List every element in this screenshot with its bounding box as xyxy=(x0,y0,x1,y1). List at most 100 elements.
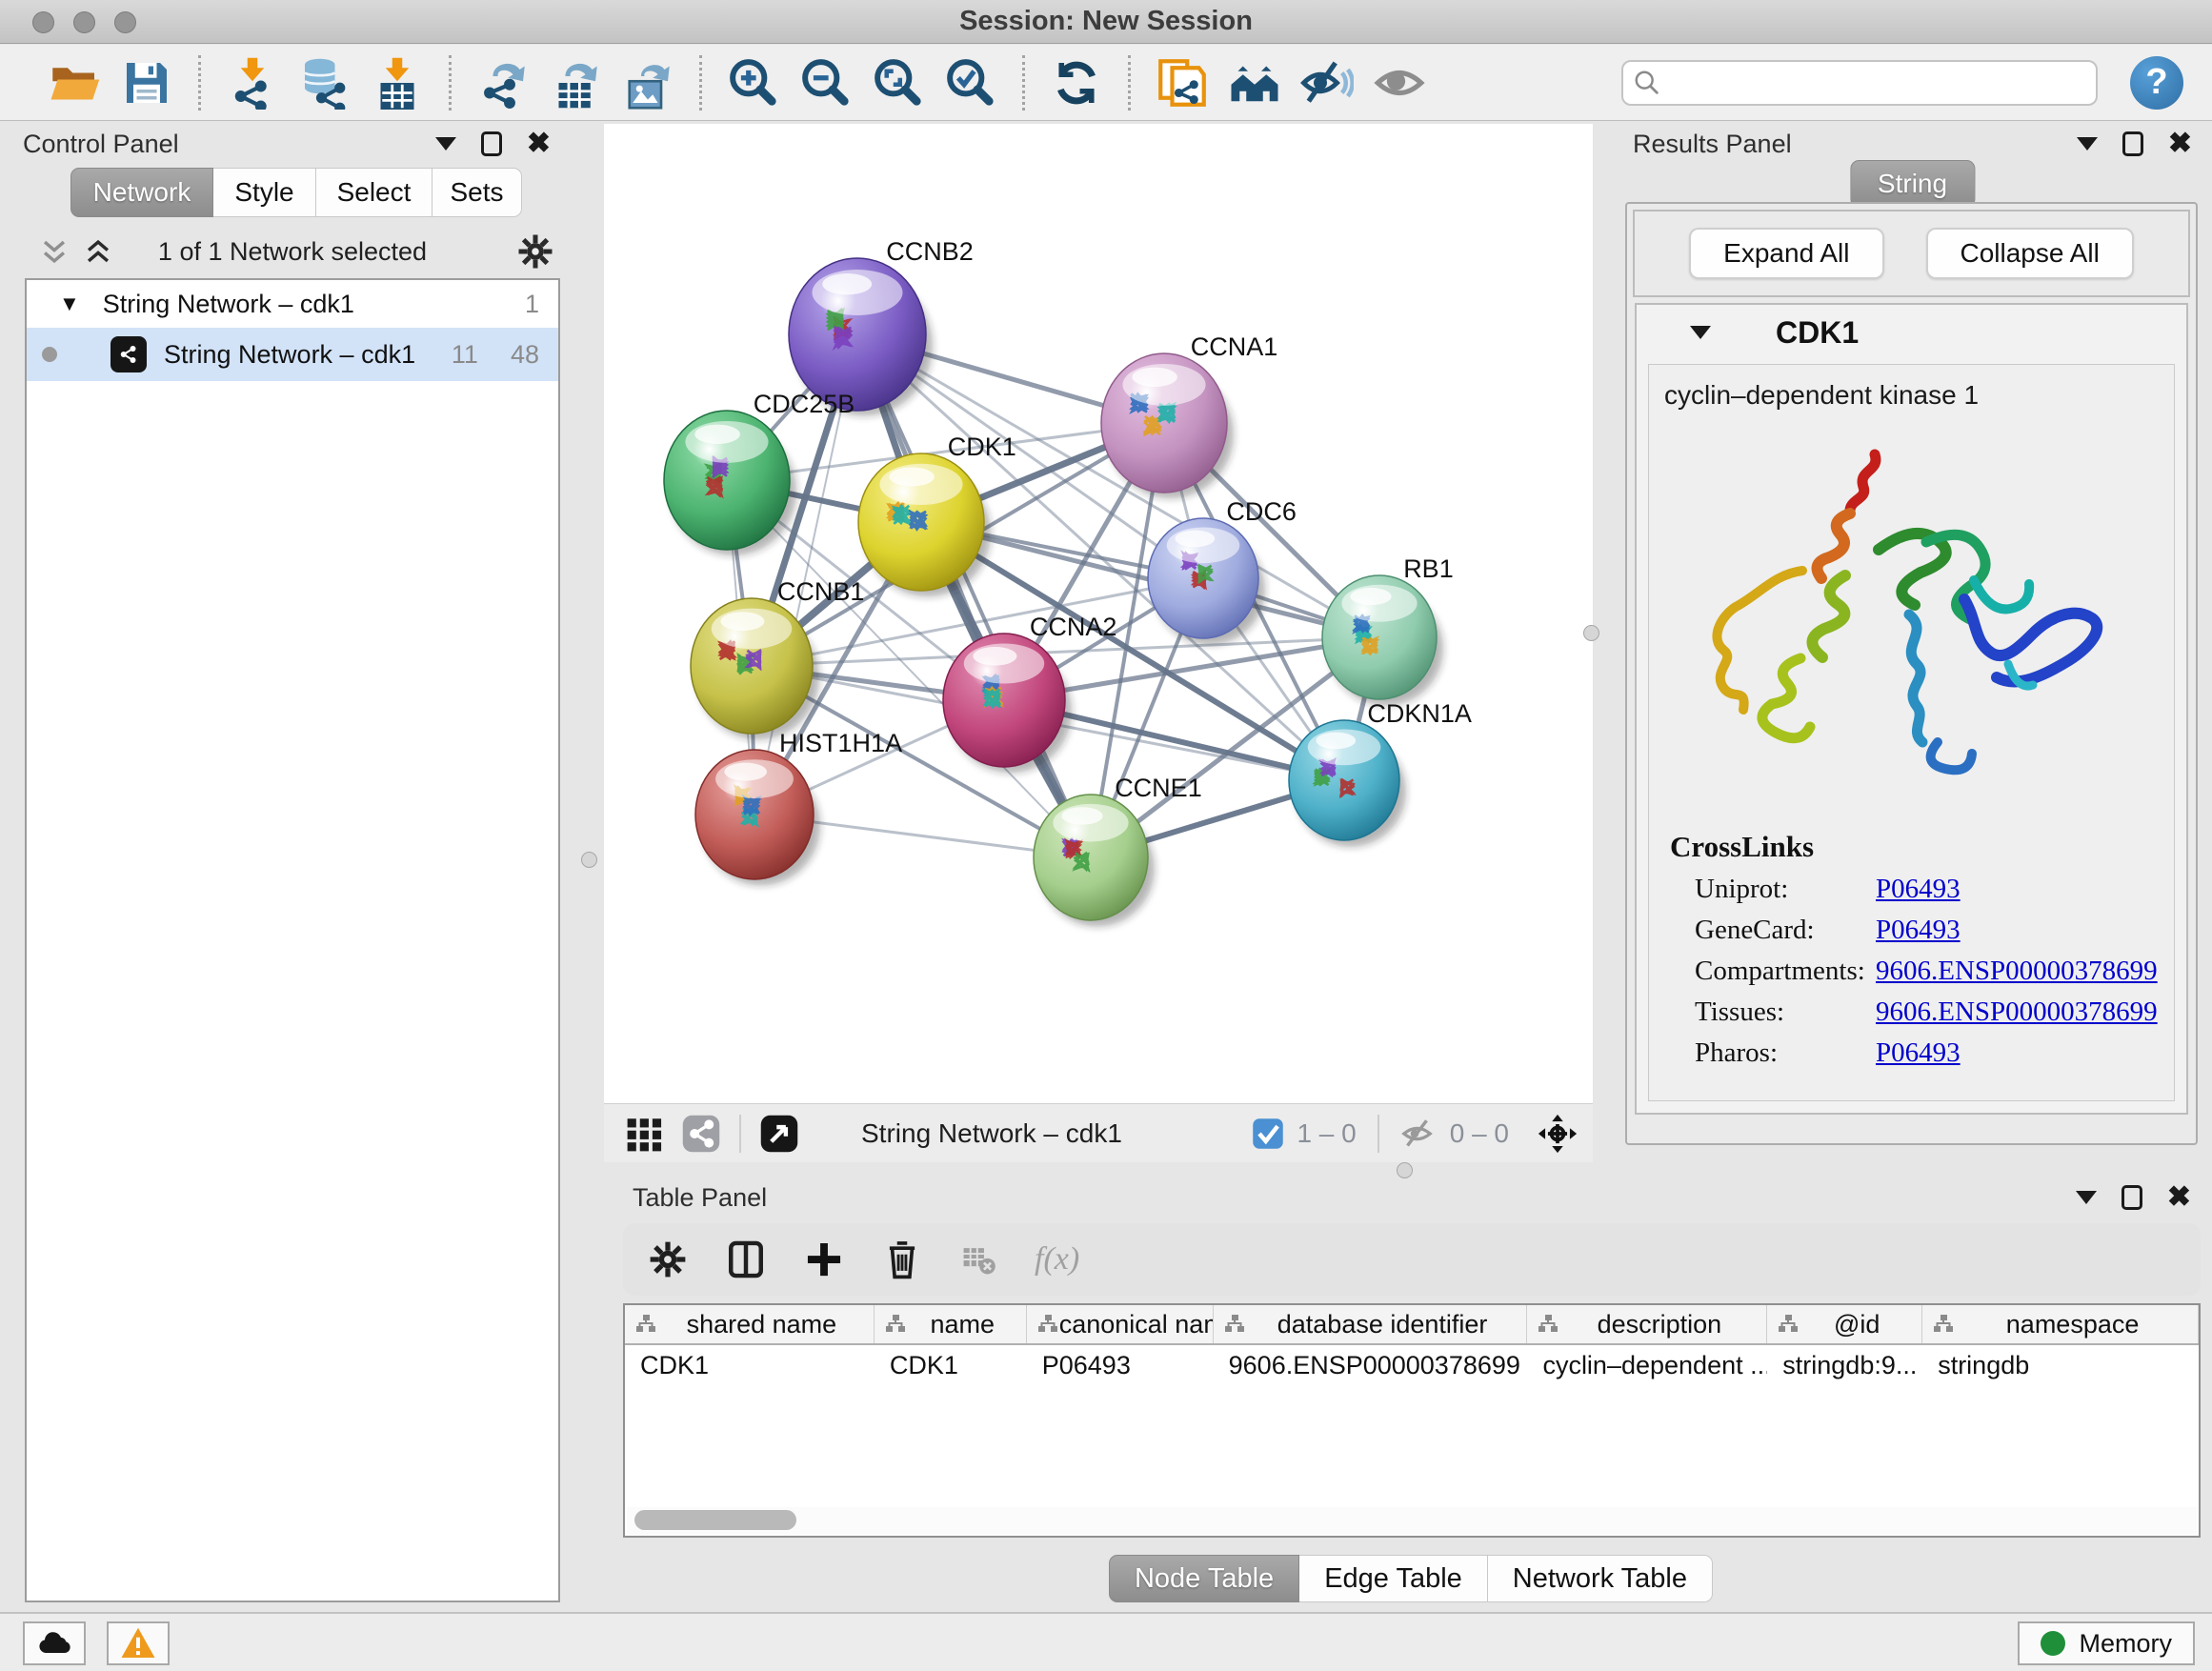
zoom-selected-icon[interactable] xyxy=(940,52,1001,113)
delete-column-icon[interactable] xyxy=(882,1239,922,1279)
zoom-fit-icon[interactable] xyxy=(868,52,929,113)
warnings-button[interactable] xyxy=(107,1621,170,1665)
column-header-name[interactable]: name xyxy=(875,1305,1027,1343)
float-panel-icon[interactable] xyxy=(481,131,502,156)
table-cell[interactable]: 9606.ENSP00000378699 xyxy=(1214,1345,1528,1387)
clone-network-icon[interactable] xyxy=(1152,52,1213,113)
control-panel: Control Panel ✖ Network Style Select Set… xyxy=(10,124,564,1602)
crosslink-link[interactable]: 9606.ENSP00000378699 xyxy=(1876,997,2158,1028)
save-session-icon[interactable] xyxy=(116,52,177,113)
column-header-sharedname[interactable]: shared name xyxy=(625,1305,875,1343)
table-cell[interactable]: stringdb xyxy=(1922,1345,2199,1387)
network-edge[interactable] xyxy=(857,334,1091,857)
refresh-icon[interactable] xyxy=(1046,52,1107,113)
column-header-databaseidentifier[interactable]: database identifier xyxy=(1214,1305,1528,1343)
close-panel-icon[interactable]: ✖ xyxy=(2168,130,2192,158)
birds-eye-view-icon[interactable] xyxy=(758,1113,800,1155)
left-splitter-handle[interactable] xyxy=(581,852,597,868)
import-network-database-icon[interactable] xyxy=(294,52,355,113)
add-column-icon[interactable] xyxy=(804,1239,844,1279)
panel-menu-icon[interactable] xyxy=(2077,137,2098,151)
table-cell[interactable]: CDK1 xyxy=(875,1345,1027,1387)
right-splitter-handle[interactable] xyxy=(1583,625,1599,641)
table-cell[interactable]: cyclin–dependent ... xyxy=(1527,1345,1767,1387)
panel-menu-icon[interactable] xyxy=(435,137,456,151)
table-cell[interactable]: P06493 xyxy=(1027,1345,1214,1387)
grid-view-icon[interactable] xyxy=(625,1114,665,1154)
network-node-hist1h1a[interactable]: HIST1H1A xyxy=(695,729,902,886)
crosslink-link[interactable]: P06493 xyxy=(1876,915,1961,946)
network-node-cdc25b[interactable]: CDC25B xyxy=(664,390,855,555)
close-window-icon[interactable] xyxy=(32,11,54,33)
table-row[interactable]: CDK1CDK1P064939606.ENSP00000378699cyclin… xyxy=(625,1345,2199,1387)
node-structure-glyph xyxy=(1159,404,1175,422)
column-header-label: description xyxy=(1559,1310,1766,1339)
crosslink-link[interactable]: P06493 xyxy=(1876,1037,1961,1069)
export-image-icon[interactable] xyxy=(617,52,678,113)
memory-button[interactable]: Memory xyxy=(2018,1621,2195,1665)
tab-edge-table[interactable]: Edge Table xyxy=(1299,1555,1488,1602)
scrollbar-thumb[interactable] xyxy=(634,1510,796,1530)
float-panel-icon[interactable] xyxy=(2122,1185,2142,1210)
network-view-icon[interactable] xyxy=(680,1113,722,1155)
tab-style[interactable]: Style xyxy=(213,168,316,217)
cdk1-section: CDK1 cyclin–dependent kinase 1 xyxy=(1635,303,2188,1115)
import-network-file-icon[interactable] xyxy=(222,52,283,113)
zoom-in-icon[interactable] xyxy=(723,52,784,113)
column-header-canonicalname[interactable]: canonical name xyxy=(1027,1305,1214,1343)
minimize-window-icon[interactable] xyxy=(73,11,95,33)
column-header-id[interactable]: @id xyxy=(1767,1305,1922,1343)
export-table-icon[interactable] xyxy=(545,52,606,113)
tab-string[interactable]: String xyxy=(1850,160,1975,208)
network-node-cdc6[interactable]: CDC6 xyxy=(1148,497,1297,645)
search-input[interactable] xyxy=(1621,60,2098,106)
selected-checkbox-icon[interactable] xyxy=(1251,1117,1285,1151)
collapse-all-button[interactable]: Collapse All xyxy=(1926,228,2134,279)
show-columns-icon[interactable] xyxy=(726,1239,766,1279)
network-collection-row[interactable]: ▼ String Network – cdk1 1 xyxy=(27,280,558,328)
table-cell[interactable]: stringdb:9... xyxy=(1767,1345,1922,1387)
export-network-icon[interactable] xyxy=(473,52,533,113)
cloud-status-button[interactable] xyxy=(23,1621,86,1665)
table-cell[interactable]: CDK1 xyxy=(625,1345,875,1387)
close-panel-icon[interactable]: ✖ xyxy=(2167,1183,2191,1212)
node-structure-glyph xyxy=(1145,416,1160,434)
table-options-gear-icon[interactable] xyxy=(648,1239,688,1279)
tab-node-table[interactable]: Node Table xyxy=(1109,1555,1299,1602)
column-header-description[interactable]: description xyxy=(1527,1305,1767,1343)
collection-expander-icon[interactable]: ▼ xyxy=(59,292,80,316)
bottom-splitter-handle[interactable] xyxy=(1397,1162,1413,1178)
table-toolbar: f(x) xyxy=(623,1223,2201,1296)
zoom-out-icon[interactable] xyxy=(795,52,856,113)
close-panel-icon[interactable]: ✖ xyxy=(527,130,551,158)
tab-network-table[interactable]: Network Table xyxy=(1488,1555,1713,1602)
tab-select[interactable]: Select xyxy=(316,168,432,217)
column-type-icon xyxy=(1223,1313,1246,1336)
column-header-namespace[interactable]: namespace xyxy=(1922,1305,2199,1343)
network-node-rb1[interactable]: RB1 xyxy=(1322,554,1454,706)
help-button[interactable]: ? xyxy=(2130,56,2183,110)
maximize-window-icon[interactable] xyxy=(114,11,136,33)
section-expander-icon[interactable] xyxy=(1690,326,1711,339)
crosslink-link[interactable]: P06493 xyxy=(1876,874,1961,905)
tab-network[interactable]: Network xyxy=(70,168,213,217)
network-node-ccna2[interactable]: CCNA2 xyxy=(943,613,1116,773)
tab-sets[interactable]: Sets xyxy=(432,168,522,217)
hide-selected-icon[interactable] xyxy=(1297,52,1357,113)
panel-menu-icon[interactable] xyxy=(2076,1191,2097,1204)
fit-content-crosshair-icon[interactable] xyxy=(1536,1112,1579,1156)
first-neighbors-icon[interactable] xyxy=(1224,52,1285,113)
show-all-icon[interactable] xyxy=(1369,52,1430,113)
horizontal-scrollbar[interactable] xyxy=(627,1507,2197,1534)
network-row-selected[interactable]: String Network – cdk1 11 48 xyxy=(27,328,558,381)
network-node-cdk1[interactable]: CDK1 xyxy=(858,433,1016,596)
float-panel-icon[interactable] xyxy=(2122,131,2143,156)
import-table-file-icon[interactable] xyxy=(367,52,428,113)
control-panel-title: Control Panel xyxy=(23,130,179,159)
network-canvas[interactable]: CCNB2CCNA1CDC25BCDK1CDC6RB1CCNB1CCNA2CDK… xyxy=(604,124,1593,1103)
network-node-ccna1[interactable]: CCNA1 xyxy=(1101,332,1277,498)
toolbar-divider xyxy=(739,1115,741,1153)
expand-all-button[interactable]: Expand All xyxy=(1689,228,1883,279)
crosslink-link[interactable]: 9606.ENSP00000378699 xyxy=(1876,956,2158,987)
open-file-icon[interactable] xyxy=(44,52,105,113)
